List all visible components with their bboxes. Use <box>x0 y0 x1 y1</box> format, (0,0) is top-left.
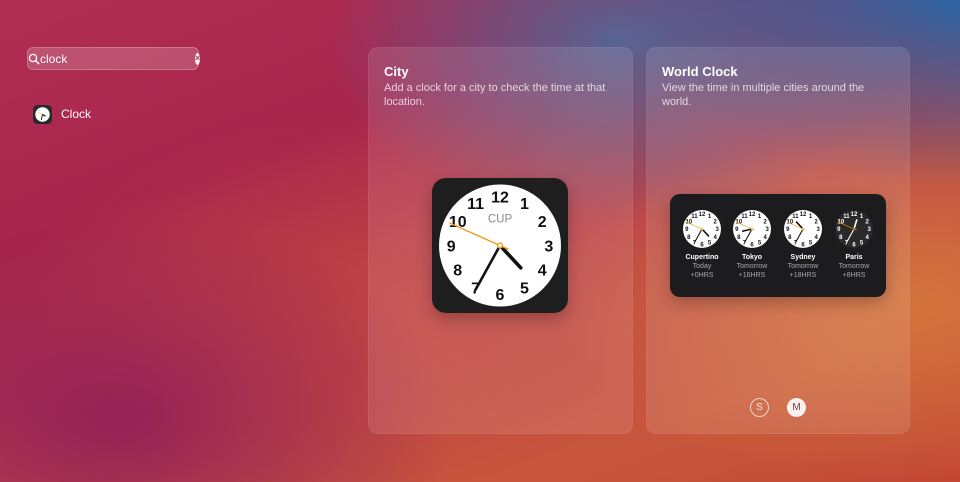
hour-numeral: 11 <box>691 214 698 220</box>
hour-numeral: 11 <box>843 214 850 220</box>
city-offset: +18HRS <box>789 272 817 279</box>
hour-numeral: 11 <box>467 196 484 213</box>
widget-description: Add a clock for a city to check the time… <box>384 82 606 108</box>
city-name: Sydney <box>790 254 816 261</box>
city-offset: +8HRS <box>842 272 866 279</box>
hour-numeral: 12 <box>699 212 706 218</box>
city-day: Tomorrow <box>736 263 768 270</box>
city-name: Cupertino <box>685 254 719 261</box>
search-input[interactable] <box>40 48 195 69</box>
mini-clock-face: 1234567891011 12 <box>683 210 721 248</box>
hour-numeral: 10 <box>449 214 467 231</box>
world-clock-widget[interactable]: 1 2 3 4 5 6 7 8 9 10 11 12 Cupertino Today +0HRS 12… <box>670 194 886 297</box>
magnifying-glass-icon <box>28 48 40 69</box>
mini-clock-face: 1234567891011 12 <box>835 210 873 248</box>
search-field[interactable]: × <box>27 47 201 70</box>
city-column-sydney: 1 2 3 4 5 6 7 8 9 10 11 12 Sydney Tomorrow +18HRS <box>779 209 827 280</box>
city-name: Paris <box>845 254 863 261</box>
center-pin <box>700 227 704 231</box>
city-column-cupertino: 1 2 3 4 5 6 7 8 9 10 11 12 Cupertino Today +0HRS <box>678 209 726 280</box>
city-clock-widget[interactable]: 123456789101112CUP <box>432 178 568 313</box>
size-small-button[interactable]: S <box>750 398 769 417</box>
city-offset: +16HRS <box>738 272 766 279</box>
center-pin <box>496 242 504 249</box>
city-name: Tokyo <box>741 254 763 261</box>
mini-clock-face: 1234567891011 12 <box>784 210 822 248</box>
analog-clock-face: 123456789101112CUP <box>439 184 561 307</box>
mini-clock-face: 1234567891011 12 <box>733 210 771 248</box>
widget-panel-world-clock[interactable]: World Clock View the time in multiple ci… <box>646 47 910 434</box>
hour-numeral: 9 <box>447 238 456 255</box>
hour-numeral: 1 <box>520 196 529 213</box>
widget-title: City <box>384 64 409 79</box>
hour-numeral: 6 <box>496 287 505 304</box>
city-day: Today <box>692 263 712 270</box>
hour-numeral: 4 <box>538 263 547 280</box>
clock-app-icon <box>33 104 52 124</box>
city-column-tokyo: 1 2 3 4 5 6 7 8 9 10 11 12 Tokyo Tomorrow +16HRS <box>728 209 776 280</box>
widget-description: View the time in multiple cities around … <box>662 82 865 108</box>
widget-panel-city[interactable]: City Add a clock for a city to check the… <box>368 47 633 434</box>
hour-numeral: 12 <box>800 212 807 218</box>
city-day: Tomorrow <box>787 263 819 270</box>
hour-numeral: 8 <box>453 263 462 280</box>
search-result-clock[interactable]: Clock <box>33 104 91 124</box>
widget-title: World Clock <box>662 64 738 79</box>
hour-numeral: 2 <box>538 214 547 231</box>
city-column-paris: 1 2 3 4 5 6 7 8 9 10 11 12 Paris Tomorrow +8HRS <box>830 209 878 280</box>
hour-numeral: 5 <box>520 281 529 298</box>
size-medium-button[interactable]: M <box>787 398 806 417</box>
hour-numeral: 3 <box>544 238 553 255</box>
city-day: Tomorrow <box>838 263 870 270</box>
search-result-label: Clock <box>61 107 92 121</box>
center-pin <box>750 227 754 231</box>
hour-numeral: 11 <box>792 214 799 220</box>
center-pin <box>852 227 856 231</box>
city-code-label: CUP <box>488 213 513 225</box>
city-offset: +0HRS <box>690 272 714 279</box>
hour-numeral: 12 <box>851 212 858 218</box>
hour-numeral: 12 <box>491 189 509 206</box>
center-pin <box>801 227 805 231</box>
hour-numeral: 12 <box>749 212 756 218</box>
clear-x-icon[interactable]: × <box>195 52 201 65</box>
hour-numeral: 11 <box>741 214 748 220</box>
